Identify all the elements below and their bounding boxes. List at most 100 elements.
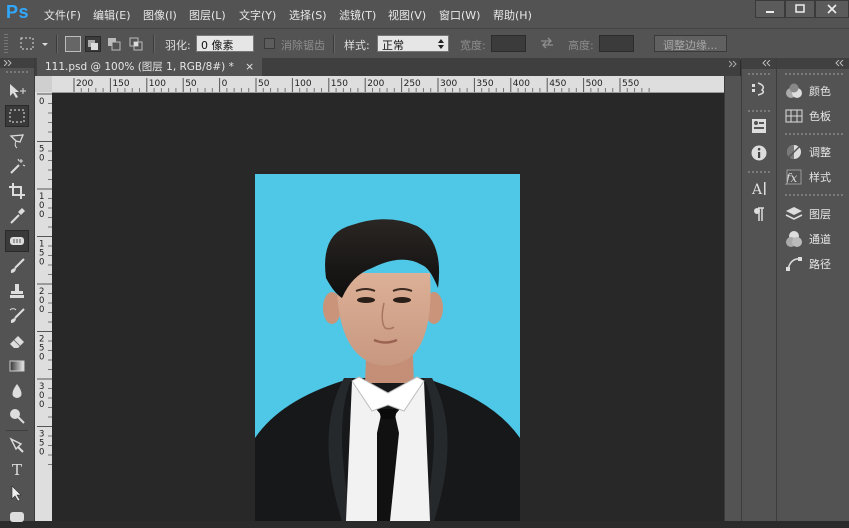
- antialias-label: 消除锯齿: [281, 39, 325, 52]
- pen-icon: [9, 437, 24, 453]
- subtract-selection-button[interactable]: [106, 36, 122, 52]
- paragraph-panel-button[interactable]: [750, 205, 768, 223]
- styles-icon: fx: [785, 168, 803, 186]
- document-canvas[interactable]: [52, 93, 724, 521]
- panel-layers[interactable]: 图层: [777, 202, 849, 226]
- feather-input[interactable]: 0 像素: [196, 35, 254, 52]
- ruler-tick-label: 250: [404, 79, 421, 89]
- menu-image[interactable]: 图像(I): [143, 7, 177, 23]
- menu-file[interactable]: 文件(F): [44, 7, 81, 23]
- stamp-icon: [10, 284, 24, 298]
- eraser-tool[interactable]: [5, 330, 29, 352]
- minimize-button[interactable]: [755, 0, 785, 18]
- path-selection-tool[interactable]: [5, 482, 29, 504]
- spot-healing-tool[interactable]: [5, 230, 29, 252]
- dock-header: [777, 58, 849, 69]
- menu-filter[interactable]: 滤镜(T): [339, 7, 376, 23]
- dock-grip: [748, 171, 770, 173]
- height-input[interactable]: [599, 35, 634, 52]
- rectangle-shape-tool[interactable]: [5, 506, 29, 528]
- swap-dimensions-icon[interactable]: [540, 37, 554, 49]
- menu-window[interactable]: 窗口(W): [439, 7, 480, 23]
- panel-styles[interactable]: fx 样式: [777, 165, 849, 189]
- crop-tool[interactable]: [5, 180, 29, 202]
- document-tab-close[interactable]: ×: [245, 61, 254, 73]
- maximize-button[interactable]: [785, 0, 815, 18]
- blur-drop-icon: [12, 384, 22, 398]
- panel-paths-label: 路径: [809, 258, 831, 271]
- move-tool[interactable]: [5, 80, 29, 102]
- dodge-tool[interactable]: [5, 405, 29, 427]
- rectangular-marquee-tool[interactable]: [5, 105, 29, 127]
- rect-marquee-icon: [9, 109, 25, 123]
- close-button[interactable]: [815, 0, 849, 18]
- gradient-tool[interactable]: [5, 355, 29, 377]
- panel-color[interactable]: 颜色: [777, 79, 849, 103]
- dock-expand-icon[interactable]: [835, 60, 845, 67]
- info-panel-button[interactable]: [750, 144, 768, 162]
- intersect-selection-icon: [129, 37, 143, 51]
- dock-header: [742, 58, 776, 69]
- ruler-tick-label: 50: [258, 79, 270, 89]
- brush-tool[interactable]: [5, 255, 29, 277]
- height-label: 高度:: [568, 39, 594, 52]
- layers-icon: [785, 205, 803, 223]
- panel-color-label: 颜色: [809, 85, 831, 98]
- refine-edge-button[interactable]: 调整边缘...: [654, 35, 727, 52]
- menu-view[interactable]: 视图(V): [388, 7, 426, 23]
- lasso-tool[interactable]: [5, 130, 29, 152]
- pen-tool[interactable]: [5, 434, 29, 456]
- magic-wand-tool[interactable]: [5, 155, 29, 177]
- clone-stamp-tool[interactable]: [5, 280, 29, 302]
- panel-adjustments[interactable]: 调整: [777, 140, 849, 164]
- ruler-tick-label: 0: [39, 448, 44, 458]
- ruler-origin[interactable]: [35, 76, 52, 92]
- options-separator: [153, 35, 155, 53]
- panel-collapse-icon[interactable]: [729, 60, 739, 68]
- tools-grip: [6, 71, 28, 73]
- blur-tool[interactable]: [5, 380, 29, 402]
- panel-paths[interactable]: 路径: [777, 252, 849, 276]
- new-selection-button[interactable]: [65, 36, 81, 52]
- ruler-tick-label: 400: [513, 79, 530, 89]
- ruler-tick-label: 100: [294, 79, 311, 89]
- crop-icon: [9, 183, 25, 199]
- tool-preset-picker[interactable]: [18, 35, 48, 53]
- character-icon: A: [751, 182, 766, 198]
- panel-swatches[interactable]: 色板: [777, 104, 849, 128]
- adjustments-icon: [785, 143, 803, 161]
- minimize-icon: [766, 11, 774, 13]
- eyedropper-tool[interactable]: [5, 205, 29, 227]
- history-brush-tool[interactable]: [5, 305, 29, 327]
- color-icon: [785, 82, 803, 100]
- properties-panel-button[interactable]: [750, 117, 768, 135]
- antialias-checkbox[interactable]: [264, 38, 275, 49]
- ruler-tick-label: 0: [39, 400, 44, 410]
- type-icon: T: [12, 461, 22, 478]
- feather-label: 羽化:: [165, 39, 191, 52]
- menu-select[interactable]: 选择(S): [289, 7, 327, 23]
- ruler-horizontal[interactable]: 200 150 100 50 0 50 100 150 200 250 300 350 400 450 50…: [52, 76, 724, 93]
- type-tool[interactable]: T: [5, 458, 29, 480]
- character-panel-button[interactable]: A: [750, 179, 768, 198]
- panel-dock-labeled: 颜色 色板 调整 fx 样式 图层 通道 路径: [776, 58, 849, 521]
- menu-layer[interactable]: 图层(L): [189, 7, 226, 23]
- document-tab[interactable]: 111.psd @ 100% (图层 1, RGB/8#) * ×: [37, 58, 262, 76]
- intersect-selection-button[interactable]: [128, 36, 144, 52]
- add-selection-button[interactable]: [85, 36, 101, 52]
- ruler-tick-label: 450: [549, 79, 566, 89]
- width-input[interactable]: [491, 35, 526, 52]
- dock-grip: [785, 73, 843, 75]
- ruler-vertical[interactable]: 050100150200250300350: [35, 92, 53, 521]
- canvas-area[interactable]: [52, 93, 724, 521]
- menu-edit[interactable]: 编辑(E): [93, 7, 131, 23]
- style-select[interactable]: 正常: [377, 35, 449, 52]
- paragraph-icon: [754, 207, 764, 221]
- panel-channels[interactable]: 通道: [777, 227, 849, 251]
- menu-help[interactable]: 帮助(H): [493, 7, 532, 23]
- vertical-scrollbar[interactable]: [724, 76, 741, 521]
- history-panel-button[interactable]: [750, 80, 768, 98]
- expand-arrows-icon[interactable]: [4, 60, 14, 66]
- dock-expand-icon[interactable]: [762, 60, 772, 67]
- menu-type[interactable]: 文字(Y): [239, 7, 276, 23]
